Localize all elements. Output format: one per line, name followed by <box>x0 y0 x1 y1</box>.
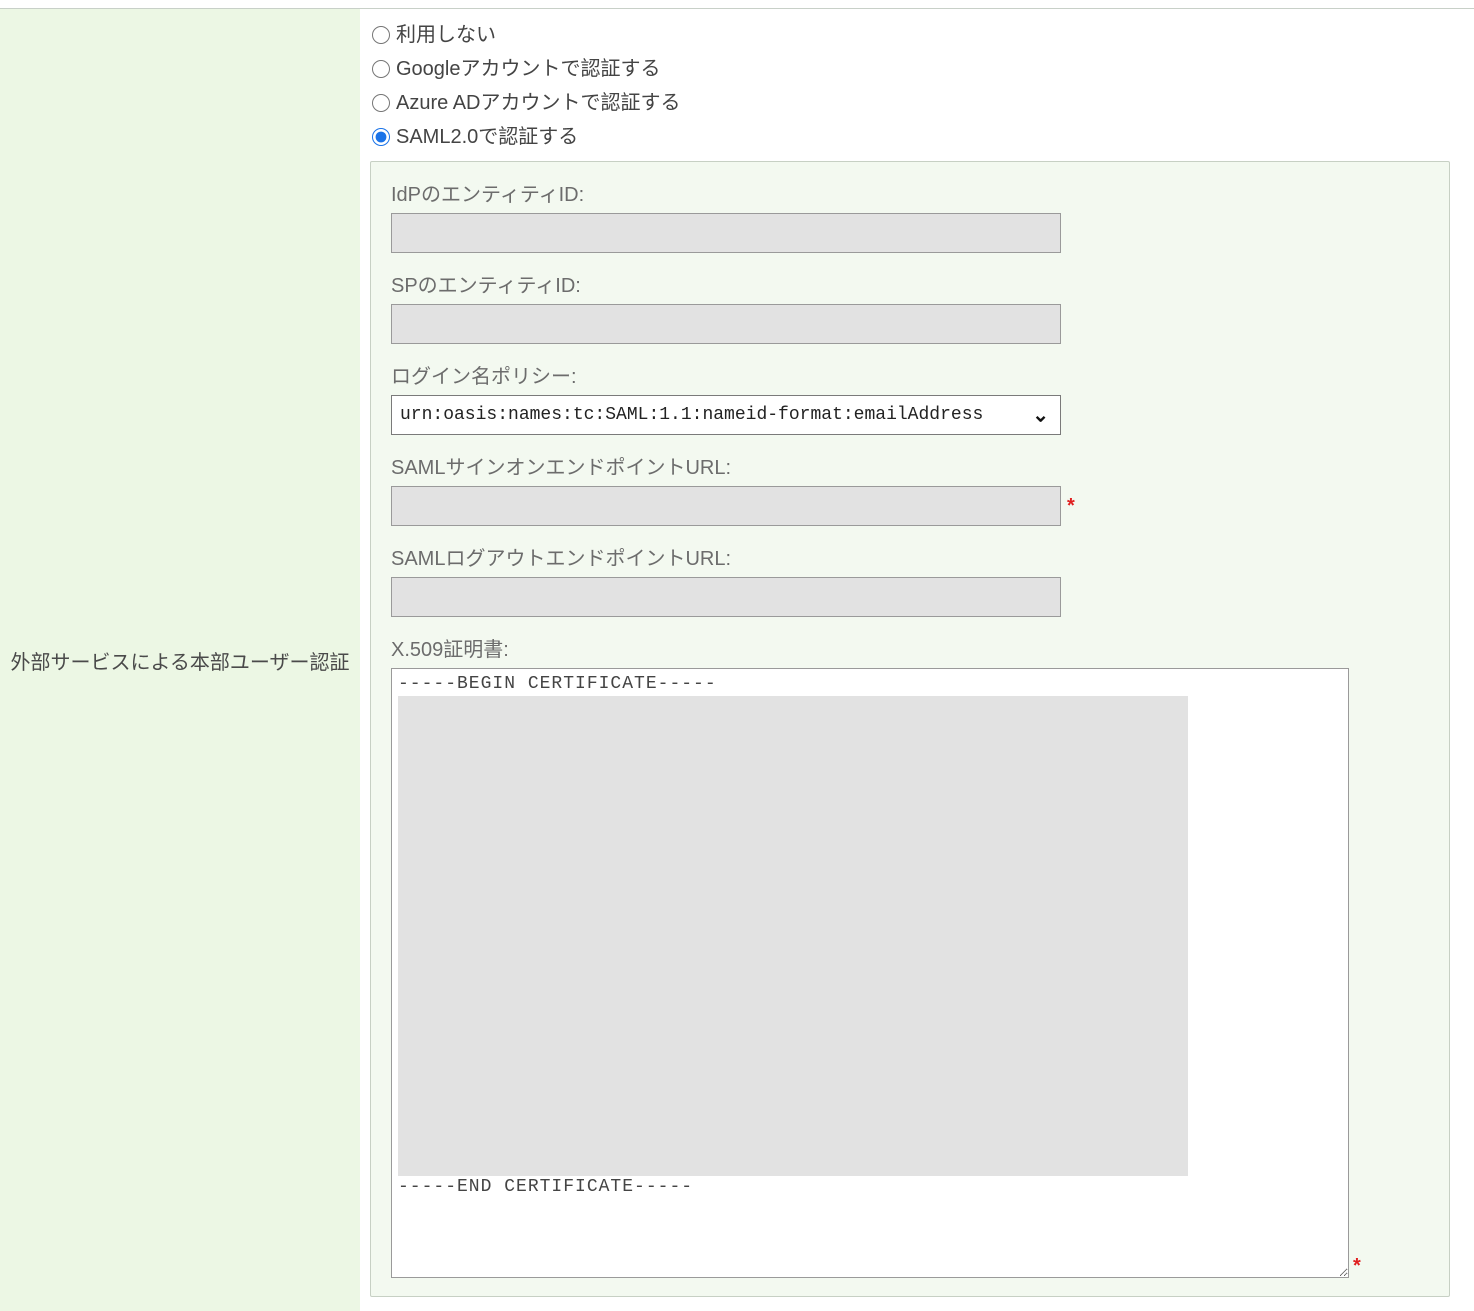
setting-label-cell: 外部サービスによる本部ユーザー認証 <box>0 9 360 1311</box>
auth-option-saml[interactable]: SAML2.0で認証する <box>372 123 1464 151</box>
auth-radio-saml[interactable] <box>372 128 390 146</box>
auth-option-none[interactable]: 利用しない <box>372 21 1464 49</box>
auth-setting-row: 外部サービスによる本部ユーザー認証 利用しない Googleアカウントで認証する… <box>0 9 1474 1311</box>
required-mark: * <box>1067 495 1075 518</box>
required-mark: * <box>1353 1255 1361 1278</box>
login-name-policy-select[interactable]: urn:oasis:names:tc:SAML:1.1:nameid-forma… <box>391 395 1061 435</box>
saml-signon-label: SAMLサインオンエンドポイントURL: <box>391 451 1431 480</box>
cert-begin-line: -----BEGIN CERTIFICATE----- <box>398 674 717 694</box>
setting-label: 外部サービスによる本部ユーザー認証 <box>11 646 350 675</box>
auth-option-google-label: Googleアカウントで認証する <box>396 55 661 83</box>
idp-entity-id-label: IdPのエンティティID: <box>391 178 1431 207</box>
saml-signon-url-input[interactable] <box>391 486 1061 526</box>
saml-signon-field: SAMLサインオンエンドポイントURL: * <box>391 451 1431 526</box>
saml-logout-label: SAMLログアウトエンドポイントURL: <box>391 542 1431 571</box>
idp-entity-id-input[interactable] <box>391 213 1061 253</box>
saml-logout-url-input[interactable] <box>391 577 1061 617</box>
saml-logout-field: SAMLログアウトエンドポイントURL: <box>391 542 1431 617</box>
auth-radio-google[interactable] <box>372 60 390 78</box>
login-name-policy-label: ログイン名ポリシー: <box>391 360 1431 389</box>
auth-option-google[interactable]: Googleアカウントで認証する <box>372 55 1464 83</box>
auth-radio-azure[interactable] <box>372 94 390 112</box>
login-name-policy-field: ログイン名ポリシー: urn:oasis:names:tc:SAML:1.1:n… <box>391 360 1431 435</box>
idp-entity-id-field: IdPのエンティティID: <box>391 178 1431 253</box>
auth-option-none-label: 利用しない <box>396 21 496 49</box>
cert-end-line: -----END CERTIFICATE----- <box>398 1177 693 1197</box>
sp-entity-id-field: SPのエンティティID: <box>391 269 1431 344</box>
auth-option-azure[interactable]: Azure ADアカウントで認証する <box>372 89 1464 117</box>
auth-radio-none[interactable] <box>372 26 390 44</box>
sp-entity-id-input[interactable] <box>391 304 1061 344</box>
auth-option-azure-label: Azure ADアカウントで認証する <box>396 89 680 117</box>
auth-option-saml-label: SAML2.0で認証する <box>396 123 578 151</box>
x509-cert-textarea[interactable]: -----BEGIN CERTIFICATE----- -----END CER… <box>391 668 1349 1278</box>
sp-entity-id-label: SPのエンティティID: <box>391 269 1431 298</box>
setting-value-cell: 利用しない Googleアカウントで認証する Azure ADアカウントで認証す… <box>360 9 1474 1311</box>
auth-option-group: 利用しない Googleアカウントで認証する Azure ADアカウントで認証す… <box>372 21 1464 151</box>
x509-cert-field: X.509証明書: -----BEGIN CERTIFICATE----- --… <box>391 633 1431 1278</box>
saml-settings-panel: IdPのエンティティID: SPのエンティティID: ログイン名ポリシー: <box>370 161 1450 1297</box>
cert-body-redacted <box>398 696 1188 1176</box>
x509-cert-label: X.509証明書: <box>391 633 1431 662</box>
